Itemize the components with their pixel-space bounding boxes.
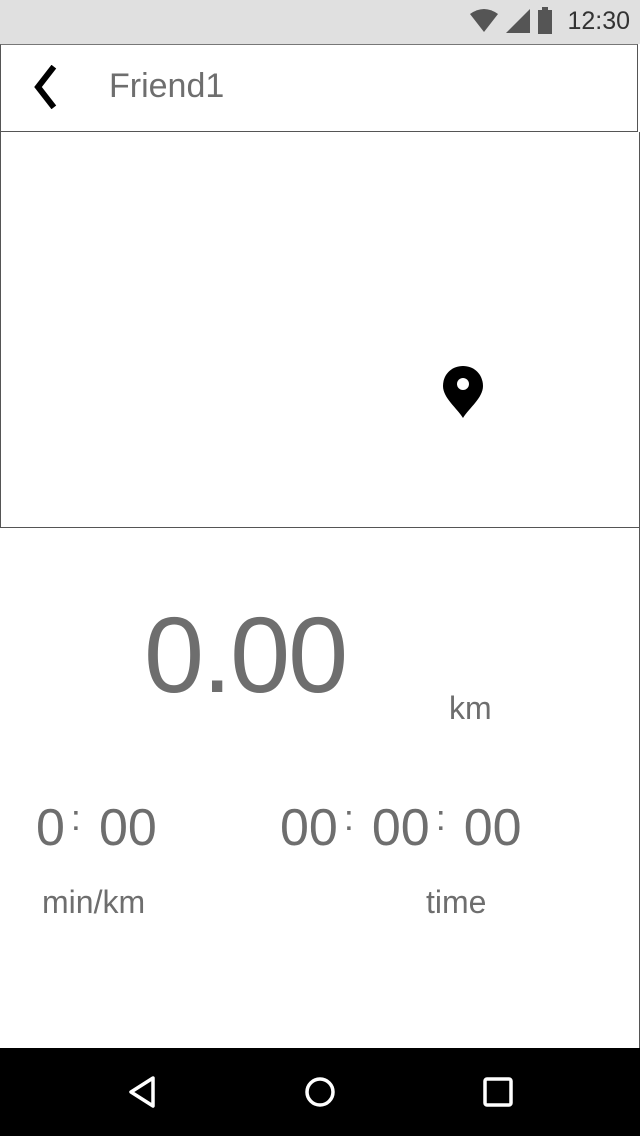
pace-minutes: 0: [36, 799, 65, 857]
nav-back-button[interactable]: [120, 1070, 164, 1114]
app-header: Friend1: [0, 44, 638, 132]
back-button[interactable]: [17, 59, 73, 115]
signal-icon: [506, 9, 531, 33]
wifi-icon: [470, 9, 499, 32]
time-value: 00 : 00 : 00: [280, 797, 522, 858]
time-colon-2: :: [435, 797, 446, 838]
back-triangle-icon: [129, 1076, 155, 1108]
distance-unit: km: [449, 690, 492, 726]
recents-square-icon: [483, 1077, 513, 1107]
time-seconds: 00: [463, 799, 522, 857]
map-marker[interactable]: [441, 364, 485, 425]
status-bar: 12:30: [0, 0, 640, 44]
time-label: time: [426, 884, 487, 920]
status-time: 12:30: [567, 6, 630, 35]
nav-recents-button[interactable]: [476, 1070, 520, 1114]
pace-value: 0 : 00: [36, 797, 157, 858]
time-colon-1: :: [343, 797, 354, 838]
system-nav-bar: [0, 1048, 640, 1136]
time-minutes: 00: [371, 799, 430, 857]
distance-value: 0.00: [144, 594, 348, 715]
pace-label: min/km: [42, 884, 146, 920]
nav-home-button[interactable]: [298, 1070, 342, 1114]
home-circle-icon: [305, 1077, 335, 1107]
pace-seconds: 00: [98, 799, 157, 857]
page-title: Friend1: [109, 67, 225, 105]
status-icons: 12:30: [469, 6, 630, 36]
chevron-left-icon: [34, 65, 57, 109]
time-hours: 00: [280, 799, 338, 857]
map-pin-icon: [443, 366, 483, 418]
pace-colon: :: [70, 797, 81, 838]
map-view[interactable]: [0, 132, 640, 528]
battery-icon: [538, 7, 553, 34]
